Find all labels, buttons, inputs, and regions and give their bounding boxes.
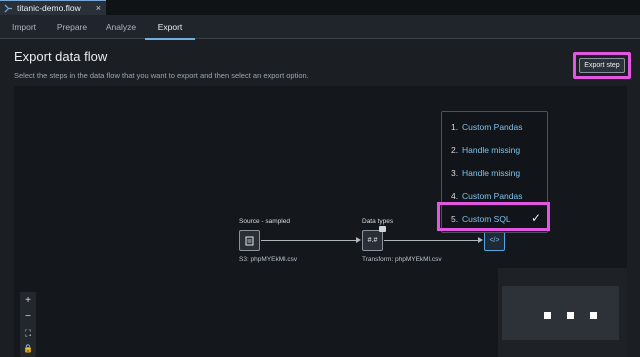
database-icon (245, 236, 254, 245)
datatypes-node[interactable]: #.# (362, 230, 383, 251)
menu-item-label: Handle missing (462, 144, 521, 155)
arrow-right-icon (478, 237, 483, 243)
close-icon[interactable]: × (96, 3, 101, 13)
file-tab[interactable]: titanic-demo.flow × (0, 0, 106, 15)
custom-code-node[interactable]: </> (484, 230, 505, 251)
menu-item-label: Custom Pandas (462, 190, 523, 201)
minimap[interactable] (498, 268, 627, 357)
tab-export[interactable]: Export (145, 15, 195, 40)
menu-item-label: Custom Pandas (462, 121, 523, 132)
datatypes-node-icon: #.# (367, 237, 378, 244)
page-subtitle: Select the steps in the data flow that y… (14, 71, 309, 80)
export-step-highlight: Export step (573, 52, 631, 79)
minimap-node (544, 312, 551, 319)
selected-step-highlight (437, 202, 550, 231)
minimap-node (590, 312, 597, 319)
menu-item-step-3[interactable]: 3. Handle missing (442, 161, 547, 184)
datatypes-node-title: Data types (362, 218, 394, 225)
node-badge-icon (379, 226, 386, 232)
zoom-controls: + − ⛶ 🔒 (20, 292, 36, 357)
source-node-title: Source - sampled (239, 218, 290, 225)
tab-bar: Import Prepare Analyze Export (0, 15, 640, 40)
lock-icon[interactable]: 🔒 (20, 341, 36, 357)
file-tab-name: titanic-demo.flow (17, 3, 81, 13)
tab-analyze[interactable]: Analyze (105, 15, 137, 39)
window-titlebar: titanic-demo.flow × (0, 0, 640, 15)
flow-file-icon (4, 3, 13, 13)
flow-edge (384, 240, 478, 241)
datatypes-node-caption: Transform: phpMYEkMl.csv (362, 256, 442, 263)
arrow-right-icon (356, 237, 361, 243)
menu-item-number: 4. (451, 190, 459, 201)
menu-item-number: 1. (451, 121, 459, 132)
menu-item-number: 2. (451, 144, 459, 155)
minimap-viewport[interactable] (502, 286, 619, 340)
menu-item-number: 3. (451, 167, 459, 178)
minimap-node (567, 312, 574, 319)
page-title: Export data flow (14, 49, 108, 64)
export-step-button[interactable]: Export step (579, 58, 625, 73)
tab-import[interactable]: Import (10, 15, 38, 39)
fit-view-icon[interactable]: ⛶ (20, 325, 36, 341)
source-node[interactable] (239, 230, 260, 251)
code-icon: </> (489, 237, 500, 244)
zoom-in-icon[interactable]: + (20, 293, 36, 309)
source-node-caption: S3: phpMYEkMl.csv (239, 256, 298, 263)
zoom-out-icon[interactable]: − (20, 309, 36, 325)
menu-item-label: Handle missing (462, 167, 521, 178)
menu-item-step-2[interactable]: 2. Handle missing (442, 138, 547, 161)
flow-edge (261, 240, 356, 241)
tab-prepare[interactable]: Prepare (55, 15, 89, 39)
menu-item-step-1[interactable]: 1. Custom Pandas (442, 115, 547, 138)
